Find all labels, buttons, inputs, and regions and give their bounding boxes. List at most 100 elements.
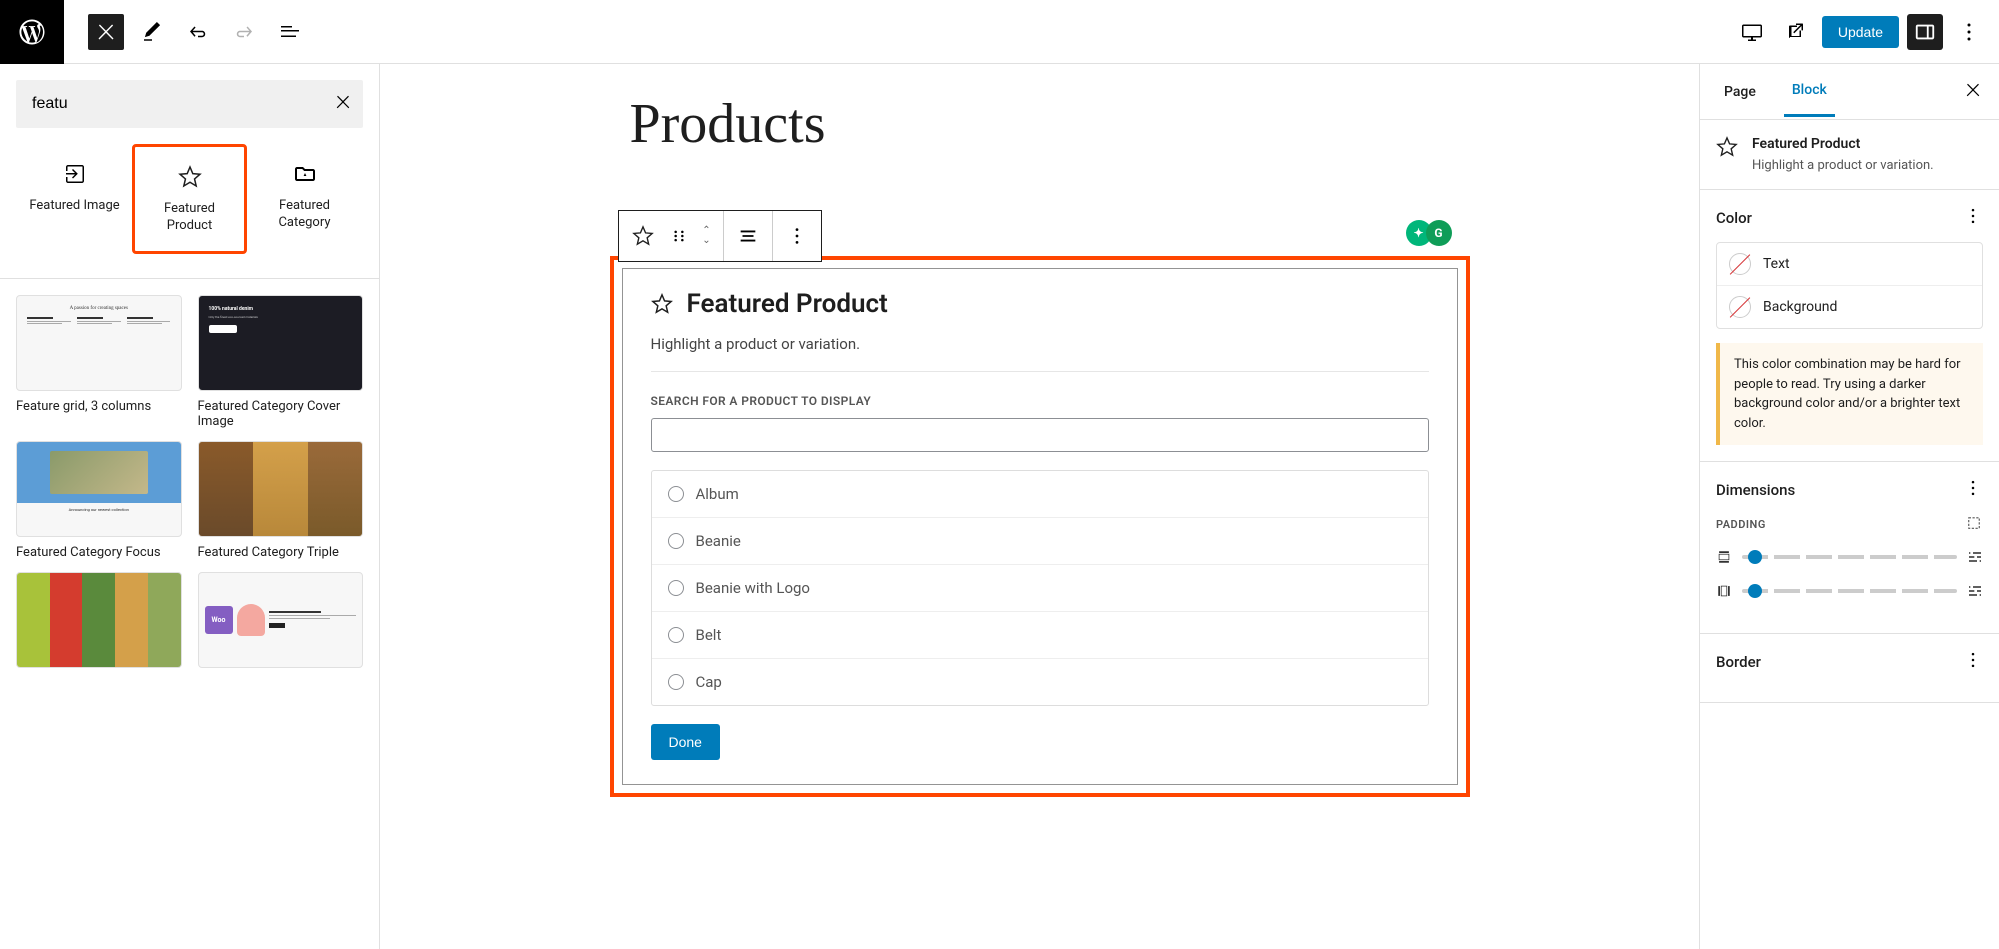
close-sidebar-button[interactable] bbox=[1963, 80, 1983, 104]
block-toolbar: ⌃⌄ bbox=[618, 210, 822, 262]
block-label: Featured Product bbox=[143, 201, 236, 235]
desktop-icon bbox=[1740, 20, 1764, 44]
pattern-label: Featured Category Cover Image bbox=[198, 399, 364, 429]
star-icon bbox=[1716, 136, 1738, 158]
radio-icon bbox=[668, 674, 684, 690]
sliders-icon bbox=[1967, 583, 1983, 599]
close-icon bbox=[94, 20, 118, 44]
dimensions-section-title: Dimensions bbox=[1716, 481, 1795, 499]
star-icon bbox=[632, 225, 654, 247]
padding-unlink-button[interactable] bbox=[1965, 514, 1983, 535]
list-view-icon bbox=[278, 20, 302, 44]
wordpress-logo[interactable] bbox=[0, 0, 64, 64]
badge-grammarly[interactable]: G bbox=[1426, 220, 1452, 246]
block-label: Featured Category bbox=[255, 198, 354, 232]
block-search-input[interactable] bbox=[16, 95, 323, 113]
product-option[interactable]: Album bbox=[652, 471, 1428, 518]
padding-label: PADDING bbox=[1716, 518, 1766, 531]
clear-search-button[interactable] bbox=[323, 92, 363, 116]
product-option[interactable]: Beanie with Logo bbox=[652, 565, 1428, 612]
border-section-title: Border bbox=[1716, 653, 1761, 671]
product-option[interactable]: Beanie bbox=[652, 518, 1428, 565]
view-button[interactable] bbox=[1734, 14, 1770, 50]
block-options-button[interactable] bbox=[779, 218, 815, 254]
pattern-thumbnail: Woo bbox=[198, 572, 364, 668]
sidebar-block-name: Featured Product bbox=[1752, 136, 1934, 152]
done-button[interactable]: Done bbox=[651, 724, 720, 760]
radio-icon bbox=[668, 580, 684, 596]
tab-page[interactable]: Page bbox=[1716, 68, 1764, 116]
product-search-input[interactable] bbox=[651, 418, 1429, 452]
preview-button[interactable] bbox=[1778, 14, 1814, 50]
sliders-icon bbox=[1967, 549, 1983, 565]
options-button[interactable] bbox=[1951, 14, 1987, 50]
block-mover[interactable]: ⌃⌄ bbox=[697, 218, 717, 254]
pattern-feature-grid[interactable]: A passion for creating spaces Feature gr… bbox=[16, 295, 182, 429]
pattern-thumbnail bbox=[198, 441, 364, 537]
color-label: Text bbox=[1763, 256, 1790, 272]
product-name: Cap bbox=[696, 673, 722, 691]
settings-panel-toggle[interactable] bbox=[1907, 14, 1943, 50]
product-option[interactable]: Belt bbox=[652, 612, 1428, 659]
padding-vertical-icon bbox=[1716, 549, 1732, 565]
pattern-thumbnail: A passion for creating spaces bbox=[16, 295, 182, 391]
pattern-label: Feature grid, 3 columns bbox=[16, 399, 182, 414]
document-overview-button[interactable] bbox=[272, 14, 308, 50]
block-featured-category[interactable]: Featured Category bbox=[247, 144, 362, 254]
close-icon bbox=[333, 92, 353, 112]
edit-tool-button[interactable] bbox=[134, 14, 170, 50]
more-vertical-icon bbox=[1963, 206, 1983, 226]
image-icon bbox=[63, 162, 87, 186]
color-options-button[interactable] bbox=[1963, 206, 1983, 230]
block-featured-image[interactable]: Featured Image bbox=[17, 144, 132, 254]
product-name: Beanie with Logo bbox=[696, 579, 811, 597]
page-title[interactable]: Products bbox=[610, 92, 1470, 156]
pattern-category-cover[interactable]: 100% natural denim Only the finest eco-s… bbox=[198, 295, 364, 429]
product-name: Beanie bbox=[696, 532, 741, 550]
tab-block[interactable]: Block bbox=[1784, 66, 1835, 117]
more-vertical-icon bbox=[1963, 478, 1983, 498]
align-button[interactable] bbox=[730, 218, 766, 254]
sidebar-block-desc: Highlight a product or variation. bbox=[1752, 158, 1934, 173]
star-icon bbox=[178, 165, 202, 189]
update-button[interactable]: Update bbox=[1822, 16, 1899, 48]
radio-icon bbox=[668, 486, 684, 502]
drag-handle[interactable] bbox=[661, 218, 697, 254]
pattern-extra-2[interactable]: Woo bbox=[198, 572, 364, 668]
product-option[interactable]: Cap bbox=[652, 659, 1428, 705]
pattern-thumbnail: 100% natural denim Only the finest eco-s… bbox=[198, 295, 364, 391]
editor-canvas: Products ⌃⌄ ✦ G bbox=[380, 64, 1699, 949]
padding-settings-button[interactable] bbox=[1967, 583, 1983, 599]
block-placeholder-desc: Highlight a product or variation. bbox=[651, 335, 1429, 372]
color-background-button[interactable]: Background bbox=[1717, 286, 1982, 328]
block-type-button[interactable] bbox=[625, 218, 661, 254]
padding-settings-button[interactable] bbox=[1967, 549, 1983, 565]
block-label: Featured Image bbox=[25, 198, 124, 215]
undo-button[interactable] bbox=[180, 14, 216, 50]
featured-product-block[interactable]: Featured Product Highlight a product or … bbox=[610, 256, 1470, 797]
undo-icon bbox=[186, 20, 210, 44]
padding-vertical-slider[interactable] bbox=[1742, 555, 1957, 559]
padding-horizontal-slider[interactable] bbox=[1742, 589, 1957, 593]
pattern-extra-1[interactable] bbox=[16, 572, 182, 668]
star-icon bbox=[651, 293, 673, 315]
color-section-title: Color bbox=[1716, 209, 1752, 227]
close-inserter-button[interactable] bbox=[88, 14, 124, 50]
more-vertical-icon bbox=[786, 225, 808, 247]
pattern-category-triple[interactable]: Featured Category Triple bbox=[198, 441, 364, 560]
color-swatch-none bbox=[1729, 296, 1751, 318]
pattern-category-focus[interactable]: Announcing our newest collection Feature… bbox=[16, 441, 182, 560]
pattern-label: Featured Category Focus bbox=[16, 545, 182, 560]
folder-icon bbox=[293, 162, 317, 186]
redo-button[interactable] bbox=[226, 14, 262, 50]
product-list: Album Beanie Beanie with Logo Belt Cap bbox=[651, 470, 1429, 706]
pattern-thumbnail: Announcing our newest collection bbox=[16, 441, 182, 537]
color-text-button[interactable]: Text bbox=[1717, 243, 1982, 286]
block-featured-product[interactable]: Featured Product bbox=[132, 144, 247, 254]
block-inserter-panel: Featured Image Featured Product Featured… bbox=[0, 64, 380, 949]
dimensions-options-button[interactable] bbox=[1963, 478, 1983, 502]
color-swatch-none bbox=[1729, 253, 1751, 275]
more-vertical-icon bbox=[1957, 20, 1981, 44]
border-options-button[interactable] bbox=[1963, 650, 1983, 674]
chevron-down-icon: ⌄ bbox=[702, 236, 710, 246]
